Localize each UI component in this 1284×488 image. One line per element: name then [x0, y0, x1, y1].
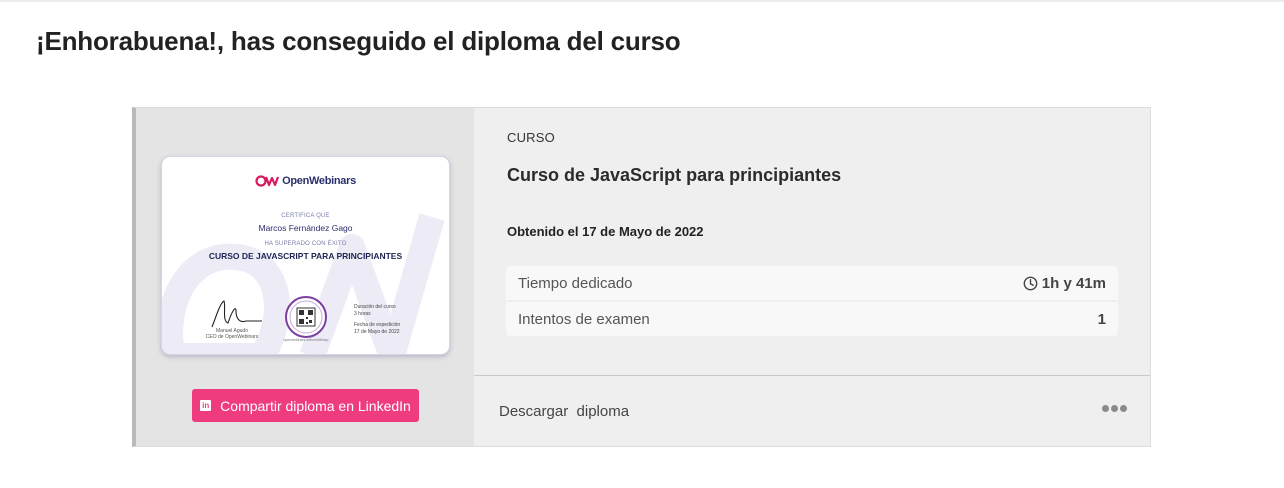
stat-row-attempts: Intentos de examen 1	[506, 302, 1118, 336]
signer-block: Manuel Agudo CEO de OpenWebinars	[202, 328, 262, 340]
signer-role: CEO de OpenWebinars	[205, 334, 259, 340]
page-title: ¡Enhorabuena!, has conseguido el diploma…	[36, 26, 681, 56]
stat-label: Intentos de examen	[518, 310, 650, 328]
recipient-name: Marcos Fernández Gago	[258, 223, 353, 233]
passed-label: HA SUPERADO CON ÉXITO	[264, 241, 347, 247]
diploma-card: OpenWebinars CERTIFICA QUE Marcos Fernán…	[132, 107, 1151, 447]
obtained-date: Obtenido el 17 de Mayo de 2022	[507, 224, 704, 239]
signature-graphic	[211, 300, 262, 328]
stat-value-time: 1h y 41m	[1023, 275, 1106, 292]
certificate-course-name: CURSO DE JAVASCRIPT PARA PRINCIPIANTES	[208, 251, 403, 261]
stat-label: Tiempo dedicado	[518, 274, 633, 292]
actions-divider	[474, 375, 1150, 376]
share-linkedin-label: Compartir diploma en LinkedIn	[220, 397, 411, 414]
stat-value: 1h y 41m	[1041, 274, 1106, 292]
stat-value: 1	[1097, 310, 1106, 328]
openwebinars-logo-icon	[255, 175, 280, 187]
issue-value: 17 de Mayo de 2022	[354, 329, 400, 335]
certificate-meta: Duración del curso 3 horas Fecha de expe…	[354, 304, 400, 336]
diploma-preview-panel: OpenWebinars CERTIFICA QUE Marcos Fernán…	[136, 108, 474, 446]
more-dots-icon[interactable]	[1102, 405, 1127, 412]
duration-label: Duración del curso	[354, 304, 396, 310]
certifies-label: CERTIFICA QUE	[281, 213, 330, 219]
qr-seal-icon	[285, 296, 327, 338]
duration-value: 3 horas	[354, 311, 371, 317]
section-kicker: CURSO	[507, 130, 555, 145]
stat-row-time: Tiempo dedicado 1h y 41m	[506, 266, 1118, 300]
top-divider	[0, 0, 1284, 2]
openwebinars-logo: OpenWebinars	[162, 175, 449, 187]
issue-label: Fecha de expedición	[354, 322, 401, 328]
diploma-details-panel: CURSO Curso de JavaScript para principia…	[474, 108, 1150, 446]
stats-list: Tiempo dedicado 1h y 41m Intentos de exa…	[506, 266, 1118, 336]
download-diploma-link[interactable]: Descargar diploma	[499, 403, 629, 420]
course-title: Curso de JavaScript para principiantes	[507, 165, 842, 185]
share-linkedin-button[interactable]: in Compartir diploma en LinkedIn	[192, 389, 419, 422]
linkedin-icon: in	[200, 400, 212, 411]
certificate-thumbnail[interactable]: OpenWebinars CERTIFICA QUE Marcos Fernán…	[161, 156, 450, 355]
seal-caption: openwebinars.net/cert/Wwxp	[283, 338, 329, 342]
clock-icon	[1023, 276, 1038, 290]
brand-name: OpenWebinars	[282, 175, 356, 187]
